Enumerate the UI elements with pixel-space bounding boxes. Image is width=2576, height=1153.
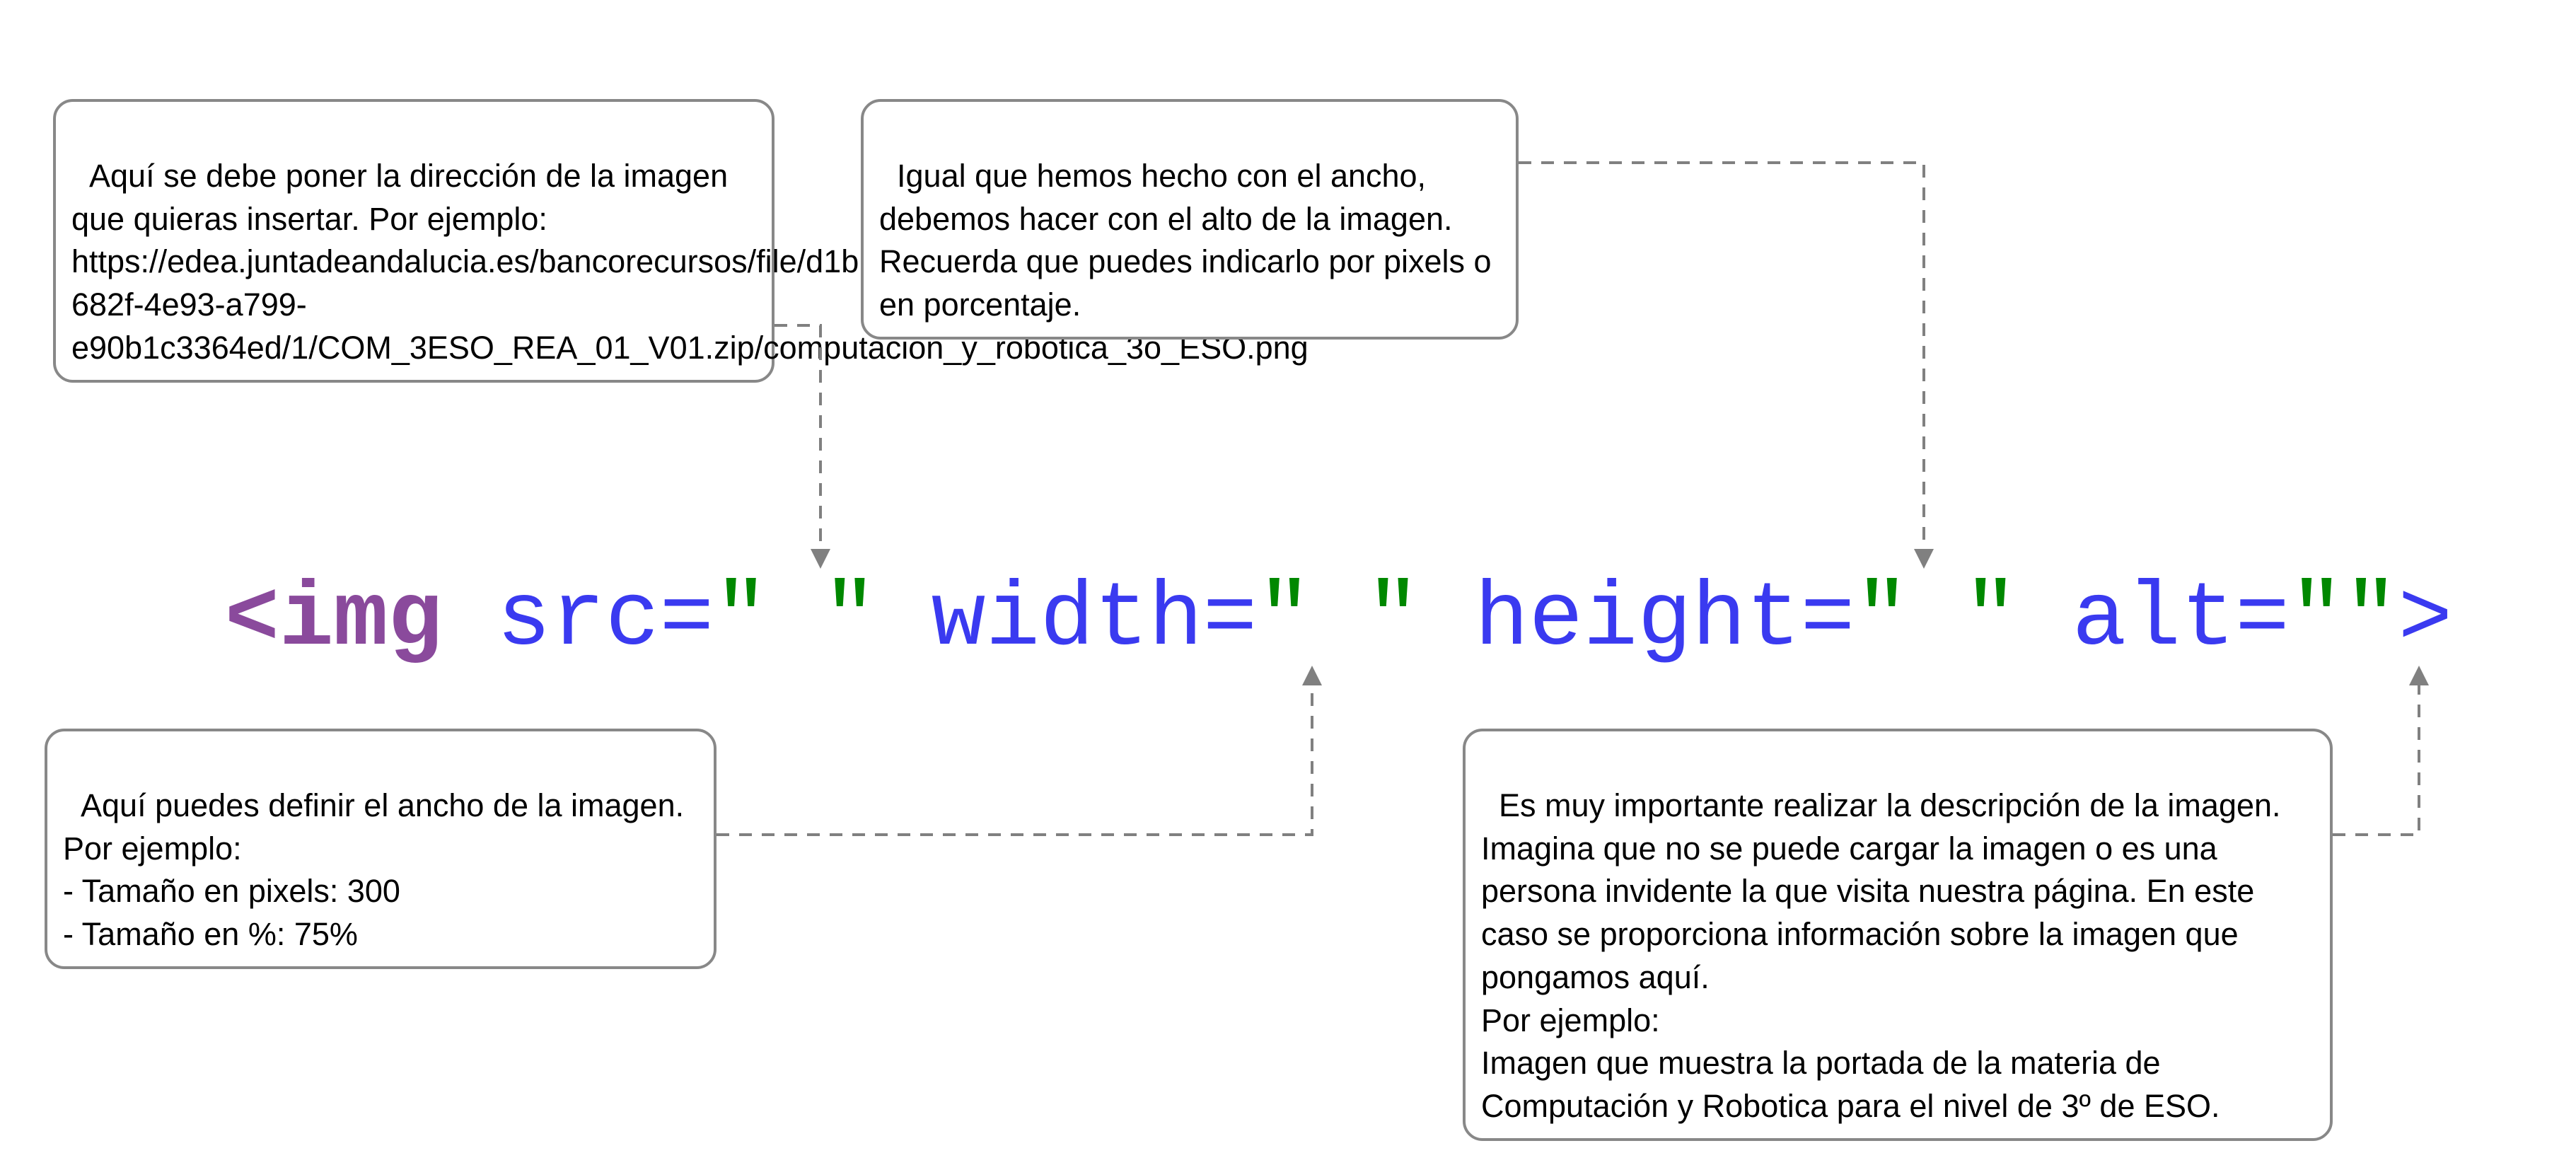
code-eq-3: = bbox=[1801, 569, 1855, 671]
connector-height bbox=[1519, 163, 1924, 559]
code-quote-2a: " bbox=[1257, 569, 1311, 671]
callout-src: Aquí se debe poner la dirección de la im… bbox=[53, 99, 774, 383]
code-quote-4a: " bbox=[2290, 569, 2344, 671]
code-space-1 bbox=[442, 569, 497, 671]
code-quote-1b: " bbox=[823, 569, 877, 671]
callout-alt: Es muy importante realizar la descripció… bbox=[1463, 729, 2333, 1141]
callout-height: Igual que hemos hecho con el ancho, debe… bbox=[861, 99, 1519, 340]
callout-height-text: Igual que hemos hecho con el ancho, debe… bbox=[879, 158, 1500, 323]
code-token-src: src bbox=[497, 569, 659, 671]
code-eq-2: = bbox=[1203, 569, 1258, 671]
code-eq-1: = bbox=[660, 569, 714, 671]
code-quote-3a: " bbox=[1855, 569, 1909, 671]
callout-width-text: Aquí puedes definir el ancho de la image… bbox=[63, 787, 684, 952]
code-token-width: width bbox=[932, 569, 1203, 671]
code-quote-2b: " bbox=[1366, 569, 1420, 671]
code-quote-1a: " bbox=[714, 569, 768, 671]
code-token-img: <img bbox=[225, 569, 442, 671]
code-quote-4b: " bbox=[2344, 569, 2398, 671]
code-token-height: height bbox=[1475, 569, 1801, 671]
code-token-close: > bbox=[2398, 569, 2453, 671]
code-space-4 bbox=[2018, 569, 2072, 671]
code-line: <img src=" " width=" " height=" " alt=""… bbox=[225, 569, 2452, 671]
code-srcval bbox=[768, 569, 823, 671]
code-space-2 bbox=[877, 569, 932, 671]
code-space-3 bbox=[1420, 569, 1475, 671]
code-widthval bbox=[1311, 569, 1366, 671]
code-eq-4: = bbox=[2235, 569, 2290, 671]
callout-alt-text: Es muy importante realizar la descripció… bbox=[1481, 787, 2290, 1124]
callout-width: Aquí puedes definir el ancho de la image… bbox=[45, 729, 716, 969]
connector-width bbox=[716, 676, 1312, 835]
code-token-alt: alt bbox=[2072, 569, 2235, 671]
code-quote-3b: " bbox=[1963, 569, 2018, 671]
code-heightval bbox=[1909, 569, 1963, 671]
connector-alt bbox=[2333, 676, 2419, 835]
